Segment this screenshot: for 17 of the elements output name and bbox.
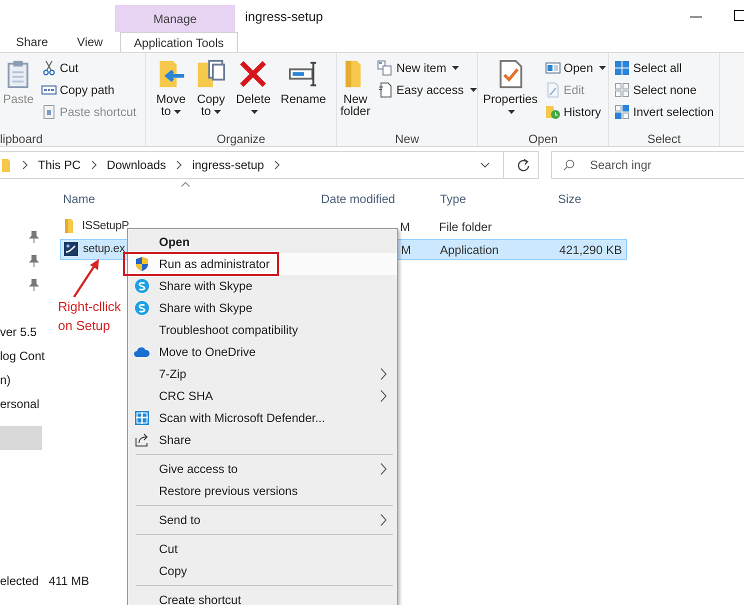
table-cell: Application — [440, 243, 499, 257]
group-label: Organize — [216, 132, 266, 146]
file-name: setup.ex — [83, 243, 125, 255]
file-name: ISSetupP — [82, 220, 129, 232]
table-cell: 421,290 KB — [559, 243, 622, 257]
group-label: New — [394, 132, 419, 146]
table-cell: M — [400, 220, 410, 234]
group-label: Open — [528, 132, 558, 146]
group-label: lipboard — [0, 132, 43, 146]
window-title: ingress-setup — [245, 9, 324, 24]
annotation-text: Right-cllick on Setup — [58, 297, 121, 335]
status-text: 411 MB — [48, 574, 90, 588]
table-cell: M — [401, 243, 411, 257]
group-label: Select — [647, 132, 681, 146]
status-text: elected — [0, 574, 39, 588]
table-cell: File folder — [439, 220, 492, 234]
contextual-tab-label: Manage — [153, 12, 197, 26]
